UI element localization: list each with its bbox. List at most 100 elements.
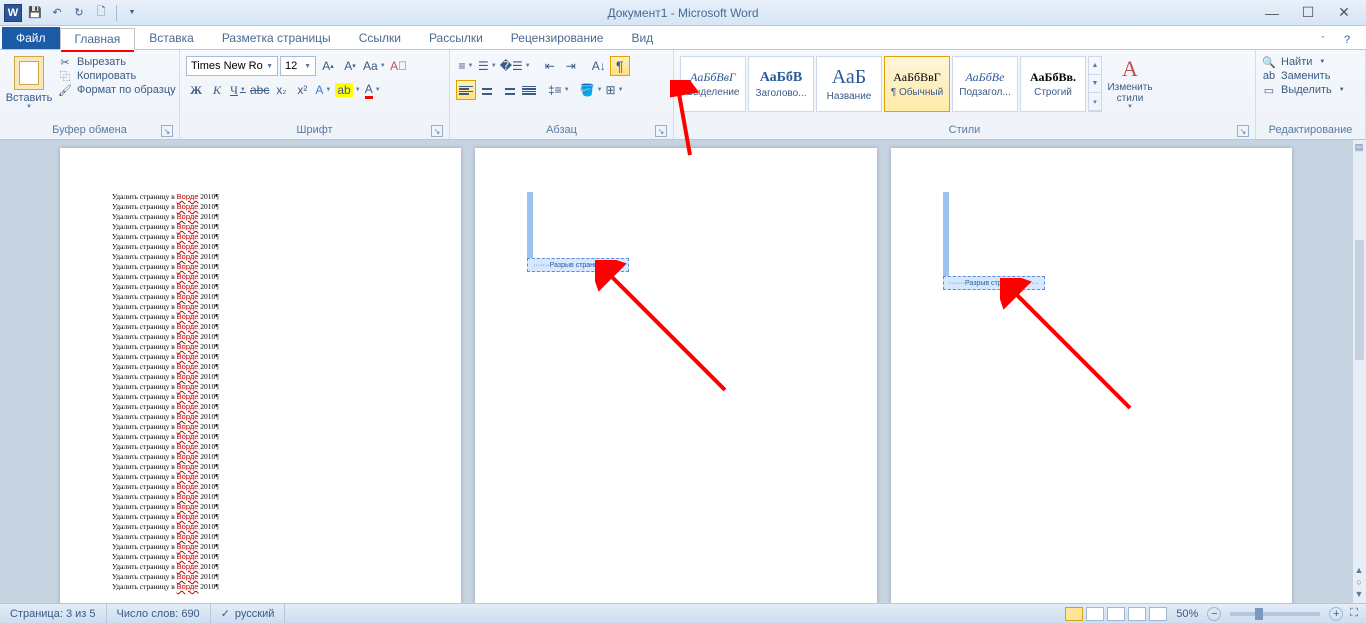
vertical-scrollbar[interactable] — [1352, 140, 1366, 603]
minimize-button[interactable]: — — [1260, 3, 1284, 23]
highlight-button[interactable]: ab▼ — [334, 80, 361, 100]
cut-button[interactable]: ✂Вырезать — [58, 56, 176, 68]
doc-line[interactable]: Удалить страницу в Ворде 2010¶ — [112, 212, 409, 222]
tab-review[interactable]: Рецензирование — [497, 27, 618, 49]
sort-button[interactable]: A↓ — [589, 56, 609, 76]
web-layout-view-button[interactable] — [1107, 607, 1125, 621]
doc-line[interactable]: Удалить страницу в Ворде 2010¶ — [112, 522, 409, 532]
shading-button[interactable]: 🪣▼ — [579, 80, 604, 100]
doc-line[interactable]: Удалить страницу в Ворде 2010¶ — [112, 482, 409, 492]
doc-line[interactable]: Удалить страницу в Ворде 2010¶ — [112, 262, 409, 272]
save-icon[interactable]: 💾 — [26, 4, 44, 22]
doc-line[interactable]: Удалить страницу в Ворде 2010¶ — [112, 402, 409, 412]
numbering-button[interactable]: ☰▼ — [477, 56, 498, 76]
doc-line[interactable]: Удалить страницу в Ворде 2010¶ — [112, 382, 409, 392]
doc-line[interactable]: Удалить страницу в Ворде 2010¶ — [112, 222, 409, 232]
doc-line[interactable]: Удалить страницу в Ворде 2010¶ — [112, 332, 409, 342]
style-[interactable]: АаБбВвГВыделение — [680, 56, 746, 112]
zoom-in-button[interactable]: + — [1329, 607, 1343, 621]
increase-indent-button[interactable]: ⇥ — [561, 56, 581, 76]
replace-button[interactable]: abЗаменить — [1262, 70, 1345, 82]
subscript-button[interactable]: x₂ — [271, 80, 291, 100]
line-spacing-button[interactable]: ‡≡▼ — [547, 80, 571, 100]
word-count[interactable]: Число слов: 690 — [107, 604, 211, 623]
help-icon[interactable]: ? — [1338, 31, 1356, 49]
doc-line[interactable]: Удалить страницу в Ворде 2010¶ — [112, 392, 409, 402]
prev-page-icon[interactable]: ▲ — [1355, 565, 1364, 575]
zoom-level[interactable]: 50% — [1176, 608, 1198, 620]
shrink-font-button[interactable]: A▾ — [340, 56, 360, 76]
zoom-slider[interactable] — [1230, 612, 1320, 616]
new-doc-icon[interactable]: 🗋 — [92, 4, 110, 22]
bullets-button[interactable]: ≡▼ — [456, 56, 476, 76]
styles-more[interactable]: ▲▼▾ — [1088, 56, 1102, 112]
language-status[interactable]: ✓русский — [211, 604, 286, 623]
tab-home[interactable]: Главная — [60, 28, 136, 50]
zoom-out-button[interactable]: − — [1207, 607, 1221, 621]
doc-line[interactable]: Удалить страницу в Ворде 2010¶ — [112, 372, 409, 382]
doc-line[interactable]: Удалить страницу в Ворде 2010¶ — [112, 362, 409, 372]
doc-line[interactable]: Удалить страницу в Ворде 2010¶ — [112, 452, 409, 462]
doc-line[interactable]: Удалить страницу в Ворде 2010¶ — [112, 202, 409, 212]
strike-button[interactable]: abc — [249, 80, 270, 100]
close-button[interactable]: ✕ — [1332, 3, 1356, 23]
full-screen-view-button[interactable] — [1086, 607, 1104, 621]
minimize-ribbon-icon[interactable]: ˆ — [1314, 31, 1332, 49]
change-case-button[interactable]: Aa▼ — [362, 56, 387, 76]
outline-view-button[interactable] — [1128, 607, 1146, 621]
doc-line[interactable]: Удалить страницу в Ворде 2010¶ — [112, 422, 409, 432]
doc-line[interactable]: Удалить страницу в Ворде 2010¶ — [112, 342, 409, 352]
doc-line[interactable]: Удалить страницу в Ворде 2010¶ — [112, 512, 409, 522]
copy-button[interactable]: ⿻Копировать — [58, 70, 176, 82]
page-1[interactable]: Удалить страницу в Ворде 2010¶Удалить ст… — [60, 148, 461, 603]
doc-line[interactable]: Удалить страницу в Ворде 2010¶ — [112, 292, 409, 302]
align-left-button[interactable] — [456, 80, 476, 100]
tab-layout[interactable]: Разметка страницы — [208, 27, 345, 49]
justify-button[interactable] — [519, 80, 539, 100]
doc-line[interactable]: Удалить страницу в Ворде 2010¶ — [112, 472, 409, 482]
browse-object-icon[interactable]: ○ — [1356, 577, 1361, 587]
doc-line[interactable]: Удалить страницу в Ворде 2010¶ — [112, 282, 409, 292]
paragraph-launcher[interactable]: ↘ — [655, 125, 667, 137]
paste-button[interactable]: Вставить ▼ — [6, 52, 52, 110]
font-size-combo[interactable]: 12▼ — [280, 56, 316, 76]
change-styles-button[interactable]: A Изменить стили ▼ — [1102, 52, 1158, 110]
select-button[interactable]: ▭Выделить▼ — [1262, 84, 1345, 96]
style-[interactable]: АаБбВв.Строгий — [1020, 56, 1086, 112]
styles-launcher[interactable]: ↘ — [1237, 125, 1249, 137]
text-effects-button[interactable]: A▼ — [313, 80, 333, 100]
next-page-icon[interactable]: ▼ — [1355, 589, 1364, 599]
doc-line[interactable]: Удалить страницу в Ворде 2010¶ — [112, 322, 409, 332]
doc-line[interactable]: Удалить страницу в Ворде 2010¶ — [112, 432, 409, 442]
doc-line[interactable]: Удалить страницу в Ворде 2010¶ — [112, 412, 409, 422]
doc-line[interactable]: Удалить страницу в Ворде 2010¶ — [112, 562, 409, 572]
doc-line[interactable]: Удалить страницу в Ворде 2010¶ — [112, 272, 409, 282]
doc-line[interactable]: Удалить страницу в Ворде 2010¶ — [112, 312, 409, 322]
borders-button[interactable]: ⊞▼ — [605, 80, 625, 100]
doc-line[interactable]: Удалить страницу в Ворде 2010¶ — [112, 242, 409, 252]
page-status[interactable]: Страница: 3 из 5 — [0, 604, 107, 623]
tab-mailings[interactable]: Рассылки — [415, 27, 497, 49]
doc-line[interactable]: Удалить страницу в Ворде 2010¶ — [112, 192, 409, 202]
doc-line[interactable]: Удалить страницу в Ворде 2010¶ — [112, 542, 409, 552]
font-color-button[interactable]: A▼ — [363, 80, 383, 100]
grow-font-button[interactable]: A▴ — [318, 56, 338, 76]
doc-line[interactable]: Удалить страницу в Ворде 2010¶ — [112, 492, 409, 502]
align-center-button[interactable] — [477, 80, 497, 100]
style-[interactable]: АаБбВЗаголово... — [748, 56, 814, 112]
style-[interactable]: АаБбВвГ¶ Обычный — [884, 56, 950, 112]
doc-line[interactable]: Удалить страницу в Ворде 2010¶ — [112, 572, 409, 582]
tab-insert[interactable]: Вставка — [135, 27, 208, 49]
doc-line[interactable]: Удалить страницу в Ворде 2010¶ — [112, 352, 409, 362]
page-3[interactable]: ·······Разрыв страницы······· — [891, 148, 1292, 603]
doc-line[interactable]: Удалить страницу в Ворде 2010¶ — [112, 502, 409, 512]
underline-button[interactable]: Ч▼ — [228, 80, 248, 100]
format-painter-button[interactable]: 🖌Формат по образцу — [58, 84, 176, 96]
style-[interactable]: АаБНазвание — [816, 56, 882, 112]
doc-line[interactable]: Удалить страницу в Ворде 2010¶ — [112, 582, 409, 592]
style-[interactable]: АаБбВеПодзагол... — [952, 56, 1018, 112]
show-marks-button[interactable]: ¶ — [610, 56, 630, 76]
tab-file[interactable]: Файл — [2, 27, 60, 49]
doc-line[interactable]: Удалить страницу в Ворде 2010¶ — [112, 552, 409, 562]
page-2[interactable]: ·······Разрыв страницы······· — [475, 148, 876, 603]
